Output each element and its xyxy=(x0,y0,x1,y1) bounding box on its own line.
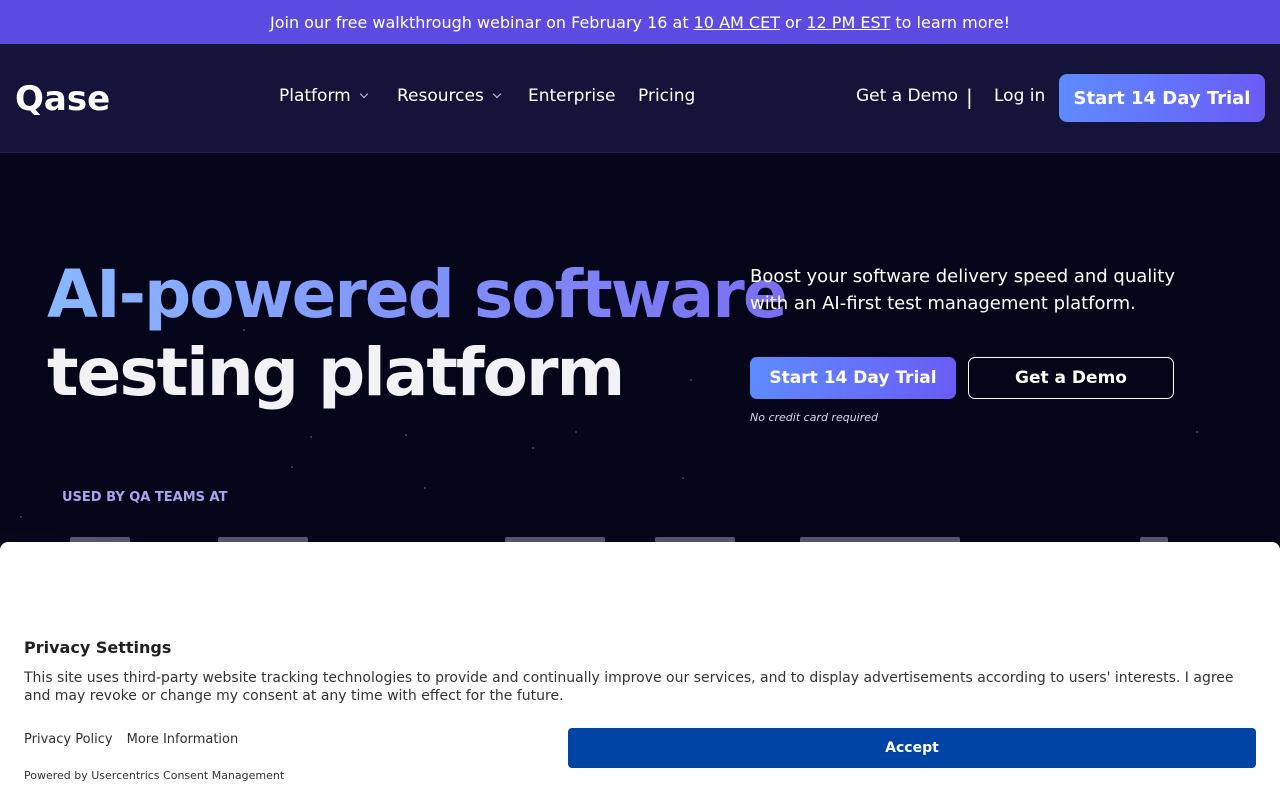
star-dot xyxy=(291,466,293,468)
qase-logo[interactable]: Qase xyxy=(15,80,110,118)
privacy-consent-dialog: Privacy Settings This site uses third-pa… xyxy=(0,542,1280,800)
nav-enterprise[interactable]: Enterprise xyxy=(528,86,615,106)
consent-powered-by: Powered by Usercentrics Consent Manageme… xyxy=(24,769,285,782)
consent-text: This site uses third-party website track… xyxy=(24,670,1234,704)
star-dot xyxy=(690,379,692,381)
more-information-link[interactable]: More Information xyxy=(127,732,239,747)
chevron-down-icon xyxy=(359,89,368,99)
hero-lead: Boost your software delivery speed and q… xyxy=(750,266,1176,314)
hero-get-demo-button[interactable]: Get a Demo xyxy=(968,357,1174,399)
consent-title: Privacy Settings xyxy=(24,638,172,657)
nav-platform-label: Platform xyxy=(279,86,351,106)
banner-text-before: Join our free walkthrough webinar on Feb… xyxy=(270,12,689,32)
star-dot xyxy=(682,477,684,479)
star-dot xyxy=(424,487,426,489)
login-link[interactable]: Log in xyxy=(994,86,1045,106)
star-dot xyxy=(1196,431,1198,433)
announcement-banner: Join our free walkthrough webinar on Feb… xyxy=(0,0,1280,44)
banner-link-cet[interactable]: 10 AM CET xyxy=(694,13,780,32)
nav-pricing[interactable]: Pricing xyxy=(638,86,695,106)
chevron-down-icon xyxy=(492,89,502,99)
privacy-policy-link[interactable]: Privacy Policy xyxy=(24,732,113,747)
banner-text-mid: or xyxy=(784,12,802,32)
accept-button[interactable]: Accept xyxy=(568,728,1256,768)
star-dot xyxy=(532,447,534,449)
banner-text-after: to learn more! xyxy=(895,12,1010,32)
get-demo-link[interactable]: Get a Demo xyxy=(856,86,958,106)
banner-link-est[interactable]: 12 PM EST xyxy=(806,13,890,32)
consent-links: Privacy Policy More Information xyxy=(24,732,238,747)
star-dot xyxy=(575,431,577,433)
start-trial-button[interactable]: Start 14 Day Trial xyxy=(1059,74,1265,122)
hero-title-line2: testing platform xyxy=(47,334,625,411)
nav-resources[interactable]: Resources xyxy=(397,86,502,106)
main-nav: Qase Platform Resources Enterprise Prici… xyxy=(0,44,1280,153)
used-by-label: USED BY QA TEAMS AT xyxy=(62,490,228,505)
nav-platform[interactable]: Platform xyxy=(279,86,368,106)
no-credit-card-note: No credit card required xyxy=(750,411,879,424)
nav-resources-label: Resources xyxy=(397,86,484,106)
star-dot xyxy=(310,436,312,438)
hero-title-line1: AI-powered software xyxy=(47,256,788,333)
star-dot xyxy=(20,516,22,518)
hero-start-trial-button[interactable]: Start 14 Day Trial xyxy=(750,357,956,399)
nav-separator: | xyxy=(966,85,973,109)
star-dot xyxy=(405,434,407,436)
